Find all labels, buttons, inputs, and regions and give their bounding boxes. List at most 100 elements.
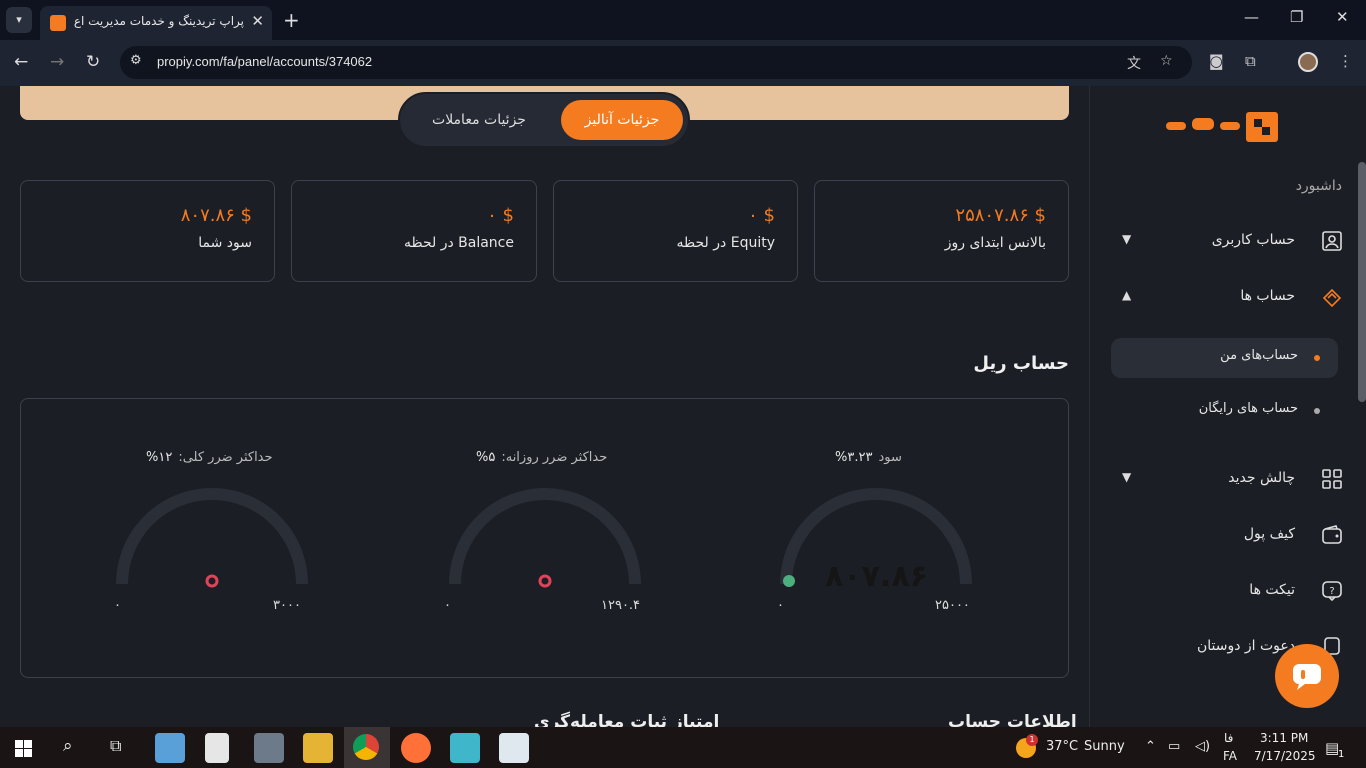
- stat-value: $ ۰: [748, 205, 775, 226]
- dashboard-label[interactable]: داشبورد: [1296, 178, 1342, 194]
- file-explorer-icon[interactable]: [303, 733, 333, 763]
- gauge-daily-track: [449, 488, 641, 585]
- tab-search-icon[interactable]: ▾: [6, 7, 32, 33]
- chevron-up-icon[interactable]: ▲: [1122, 288, 1131, 302]
- url-text[interactable]: propiy.com/fa/panel/accounts/374062: [157, 54, 372, 69]
- translate-icon[interactable]: 文: [1127, 53, 1141, 73]
- chrome-app-active[interactable]: [344, 727, 390, 768]
- browser-tab[interactable]: پراپ تریدینگ و خدمات مدیریت اع ✕: [40, 6, 272, 40]
- sidebar-item-wallet[interactable]: کیف پول: [1090, 514, 1342, 558]
- gauge-daily-title: حداکثر ضرر روزانه:: [501, 450, 608, 465]
- stat-label: Equity در لحظه: [676, 235, 775, 251]
- input-lang-top[interactable]: فا: [1224, 731, 1233, 745]
- gauge-profit-percent: ۳.۲۳%: [835, 450, 873, 465]
- task-view-icon[interactable]: ⧉: [110, 736, 121, 756]
- address-bar[interactable]: ⚙ propiy.com/fa/panel/accounts/374062 文 …: [120, 46, 1192, 79]
- gauge-total-track: [116, 488, 308, 585]
- sidebar-item-tickets[interactable]: ? تیکت ها: [1090, 570, 1342, 614]
- sidebar-item-label: حساب کاربری: [1211, 232, 1295, 248]
- gauge-total-min: ۰: [114, 598, 121, 613]
- firefox-app-icon[interactable]: [401, 733, 431, 763]
- screenshot-icon[interactable]: ◙: [1209, 52, 1224, 70]
- user-profile-icon: [1322, 231, 1342, 251]
- chevron-down-icon[interactable]: ▼: [1122, 470, 1131, 484]
- propiy-logo: [1166, 112, 1278, 142]
- stat-card-balance: $ ۰ Balance در لحظه: [291, 180, 537, 282]
- chevron-up-icon[interactable]: ⌃: [1145, 739, 1156, 754]
- stat-label: سود شما: [198, 235, 252, 251]
- tab-analysis-details[interactable]: جزئیات آنالیز: [561, 100, 683, 140]
- gauge-daily-max: ۱۲۹۰.۴: [601, 598, 641, 613]
- chevron-down-icon[interactable]: ▼: [1122, 232, 1131, 246]
- browser-toolbar: ← → ↻ ⚙ propiy.com/fa/panel/accounts/374…: [0, 40, 1366, 86]
- sidebar: داشبورد حساب کاربری ▼ حساب ها ▲ حساب‌های…: [1089, 86, 1366, 727]
- bookmark-star-icon[interactable]: ☆: [1160, 53, 1173, 69]
- clock-date[interactable]: 7/17/2025: [1254, 749, 1316, 763]
- gauge-profit-label: سود ۳.۲۳%: [835, 450, 902, 465]
- calculator-app-icon[interactable]: [254, 733, 284, 763]
- volume-icon[interactable]: ◁): [1195, 739, 1210, 754]
- forward-icon[interactable]: →: [50, 52, 64, 72]
- grid-icon: [1322, 469, 1342, 489]
- wallet-icon: [1322, 525, 1342, 544]
- gauge-total-percent: ۱۲%: [146, 450, 173, 465]
- back-icon[interactable]: ←: [14, 52, 28, 72]
- stat-value: $ ۰: [487, 205, 514, 226]
- section-title: حساب ریل: [973, 353, 1069, 374]
- chrome-icon: [353, 734, 379, 760]
- new-tab-icon[interactable]: +: [283, 8, 300, 32]
- gauge-profit-title: سود: [878, 450, 902, 465]
- gauge-profit-min: ۰: [777, 598, 784, 613]
- input-lang-bottom[interactable]: FA: [1223, 749, 1237, 763]
- sidebar-item-new-challenge[interactable]: چالش جدید ▼: [1090, 458, 1342, 502]
- accounts-icon: [1322, 288, 1342, 308]
- browser-menu-icon[interactable]: ⋮: [1338, 52, 1353, 70]
- app-icon[interactable]: [450, 733, 480, 763]
- weather-badge: 1: [1026, 734, 1038, 746]
- sidebar-item-user-account[interactable]: حساب کاربری ▼: [1090, 220, 1342, 264]
- gauge-profit-knob: [783, 575, 795, 587]
- sidebar-subitem-free-accounts[interactable]: حساب های رایگان: [1111, 391, 1338, 431]
- minimize-icon[interactable]: —: [1244, 8, 1259, 26]
- app-icon-x[interactable]: [499, 733, 529, 763]
- tab-trade-details[interactable]: جزئیات معاملات: [414, 100, 544, 140]
- dot-icon: [1314, 408, 1320, 414]
- tab-close-icon[interactable]: ✕: [251, 12, 264, 30]
- gauge-total-max: ۳۰۰۰: [273, 598, 301, 613]
- close-window-icon[interactable]: ✕: [1336, 8, 1349, 26]
- sidebar-subitem-label: حساب های رایگان: [1198, 401, 1298, 416]
- clock-time[interactable]: 3:11 PM: [1260, 731, 1308, 745]
- chat-bubble-icon: [1293, 664, 1321, 690]
- profile-avatar[interactable]: [1298, 52, 1318, 72]
- sidebar-subitem-my-accounts[interactable]: حساب‌های من: [1111, 338, 1338, 378]
- gauge-daily-min: ۰: [444, 598, 451, 613]
- windows-taskbar: ⌕ ⧉ 1 37°C Sunny ⌃ ▭ ◁) فا FA 3:11 PM 7/…: [0, 727, 1366, 768]
- document-app-icon[interactable]: [205, 733, 229, 763]
- gauge-total-label: حداکثر ضرر کلی: ۱۲%: [146, 450, 273, 465]
- search-icon[interactable]: ⌕: [63, 736, 73, 756]
- restore-icon[interactable]: ❐: [1290, 8, 1303, 26]
- gauge-profit-center-value: ۸۰۷.۸۶: [825, 559, 928, 594]
- network-icon[interactable]: ▭: [1168, 739, 1180, 754]
- weather-text[interactable]: Sunny: [1084, 739, 1125, 754]
- site-info-icon[interactable]: ⚙: [130, 53, 142, 68]
- stat-value: $ ۲۵۸۰۷.۸۶: [955, 205, 1046, 226]
- browser-tab-bar: ▾ پراپ تریدینگ و خدمات مدیریت اع ✕ + — ❐…: [0, 0, 1366, 40]
- notification-count: 1: [1338, 749, 1345, 760]
- stability-score-title: امتیاز ثبات معامله‌گری: [534, 712, 720, 727]
- page-scrollbar[interactable]: [1358, 162, 1366, 402]
- extensions-icon[interactable]: ⧉: [1245, 52, 1256, 70]
- sidebar-subitem-label: حساب‌های من: [1220, 348, 1298, 363]
- stat-value: $ ۸۰۷.۸۶: [180, 205, 252, 226]
- gauge-profit-max: ۲۵۰۰۰: [935, 598, 970, 613]
- gauge-daily-percent: ۵%: [476, 450, 496, 465]
- sidebar-item-accounts[interactable]: حساب ها ▲: [1090, 276, 1342, 320]
- stat-label: Balance در لحظه: [403, 235, 514, 251]
- chat-support-button[interactable]: [1275, 644, 1339, 708]
- reload-icon[interactable]: ↻: [86, 52, 100, 72]
- windows-start-icon[interactable]: [15, 740, 32, 757]
- active-dot-icon: [1314, 355, 1320, 361]
- sidebar-item-label: حساب ها: [1240, 288, 1295, 304]
- weather-temp[interactable]: 37°C: [1046, 739, 1078, 754]
- notepad-app-icon[interactable]: [155, 733, 185, 763]
